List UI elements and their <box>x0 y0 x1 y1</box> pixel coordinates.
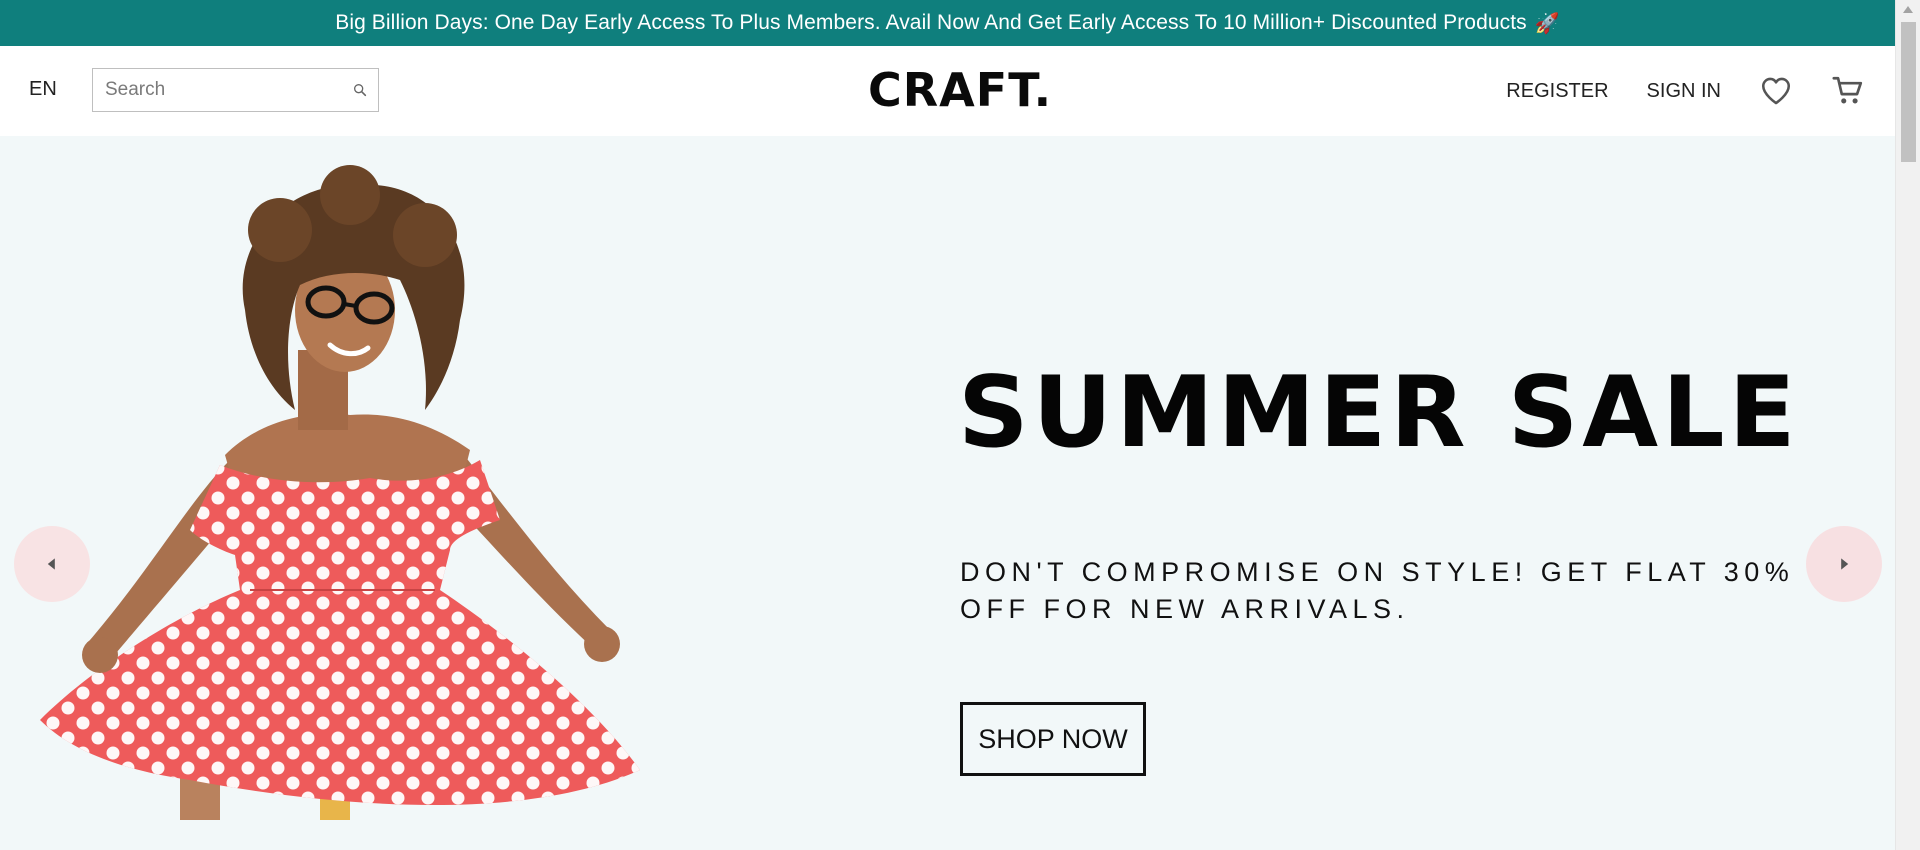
chevron-right-icon <box>1841 558 1849 570</box>
page-scrollbar[interactable] <box>1895 0 1920 850</box>
hero-model-image <box>40 165 640 820</box>
nav-actions: REGISTER SIGN IN <box>1468 46 1865 136</box>
hero-headline: SUMMER SALE <box>958 356 1800 470</box>
announcement-bar: Big Billion Days: One Day Early Access T… <box>0 0 1895 46</box>
rocket-icon: 🚀 <box>1534 12 1560 35</box>
register-link[interactable]: REGISTER <box>1506 80 1608 103</box>
hero-slider: SUMMER SALE DON'T COMPROMISE ON STYLE! G… <box>0 136 1895 850</box>
scroll-up-icon[interactable] <box>1903 6 1913 13</box>
shop-now-button[interactable]: SHOP NOW <box>960 702 1146 776</box>
hero-subline: DON'T COMPROMISE ON STYLE! GET FLAT 30% … <box>960 557 1795 624</box>
heart-icon[interactable] <box>1759 74 1793 108</box>
search-input[interactable] <box>103 78 352 102</box>
cart-icon[interactable] <box>1831 74 1865 108</box>
site-logo[interactable]: CRAFT. <box>868 63 1052 117</box>
slider-prev-button[interactable] <box>14 526 90 602</box>
announcement-text: Big Billion Days: One Day Early Access T… <box>335 11 1527 34</box>
chevron-left-icon <box>47 558 55 570</box>
scroll-thumb[interactable] <box>1901 22 1916 162</box>
search-icon[interactable] <box>352 80 368 100</box>
signin-link[interactable]: SIGN IN <box>1647 80 1721 103</box>
navbar: EN CRAFT. REGISTER SIGN IN <box>0 46 1895 136</box>
language-selector[interactable]: EN <box>29 78 57 101</box>
slider-next-button[interactable] <box>1806 526 1882 602</box>
search-box[interactable] <box>92 68 379 112</box>
